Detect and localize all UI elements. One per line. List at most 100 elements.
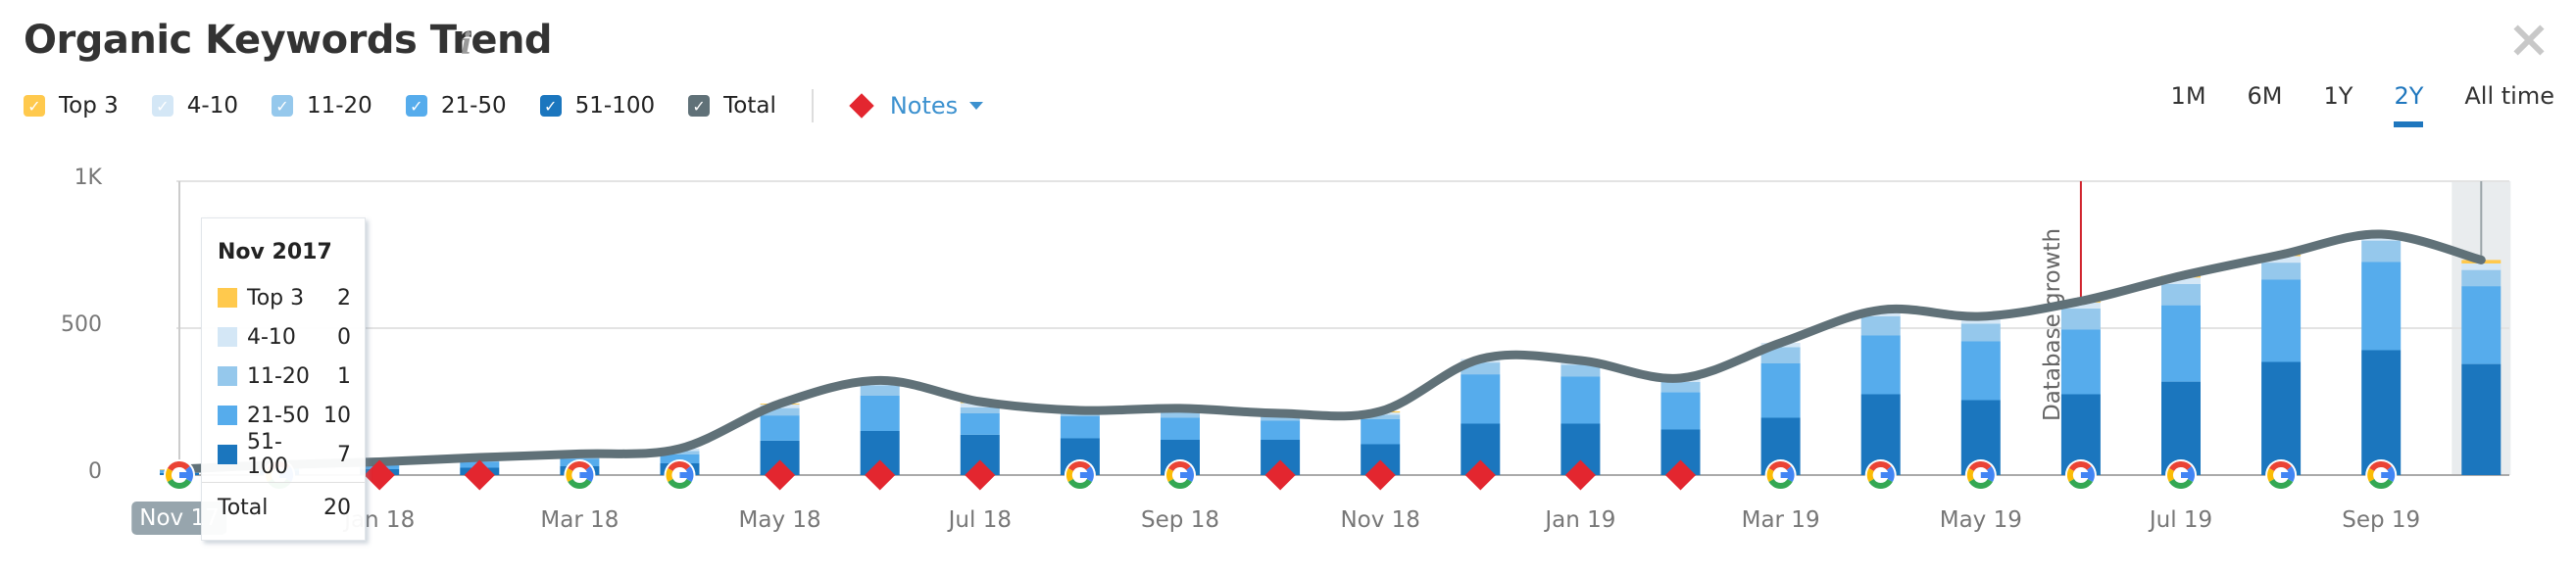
bar-segment-51-100 bbox=[2461, 363, 2502, 475]
swatch-icon bbox=[218, 288, 237, 308]
google-icon-bar bbox=[2080, 472, 2092, 478]
google-icon-arc bbox=[1065, 468, 1074, 482]
google-icon-arc bbox=[1766, 468, 1774, 482]
bar-segment-21-50 bbox=[2261, 279, 2302, 362]
tooltip-total: Total 20 bbox=[218, 483, 365, 532]
bar-segment-21-50 bbox=[760, 415, 800, 441]
tooltip-label: 4-10 bbox=[247, 324, 296, 350]
y-tick-label: 1K bbox=[74, 166, 102, 190]
bar-segment-21-50 bbox=[1660, 392, 1701, 430]
google-icon-bar bbox=[1880, 472, 1892, 478]
bar-segment-11-20 bbox=[2060, 308, 2101, 330]
google-update-icon[interactable] bbox=[1164, 459, 1196, 491]
keywords-chart[interactable]: Database growth bbox=[0, 0, 2576, 574]
swatch-icon bbox=[218, 406, 237, 425]
chart-tooltip: Nov 2017 Top 3 2 4-10 0 11-20 1 21-50 10 51-… bbox=[201, 217, 366, 541]
bar-segment-11-20 bbox=[2161, 284, 2201, 306]
database-growth-label: Database growth bbox=[2040, 228, 2065, 421]
google-icon-arc bbox=[166, 468, 173, 482]
bar-segment-11-20 bbox=[1660, 381, 1701, 393]
google-icon-bar bbox=[1180, 472, 1191, 478]
tooltip-total-label: Total bbox=[218, 495, 269, 520]
bar-segment-4-10 bbox=[2461, 263, 2502, 270]
google-update-icon[interactable] bbox=[1964, 459, 1997, 491]
google-icon-bar bbox=[2281, 472, 2293, 478]
y-tick-label: 0 bbox=[88, 459, 102, 484]
google-icon-bar bbox=[1079, 472, 1091, 478]
bar-segment-21-50 bbox=[1261, 420, 1301, 440]
x-tick-label: Sep 18 bbox=[1141, 507, 1219, 533]
google-icon-bar bbox=[1980, 472, 1992, 478]
y-tick-label: 500 bbox=[61, 312, 102, 337]
bar-segment-21-50 bbox=[2161, 305, 2201, 382]
swatch-icon bbox=[218, 327, 237, 347]
bar-segment-11-20 bbox=[1960, 323, 2001, 342]
x-tick-label: Jul 19 bbox=[2149, 507, 2213, 533]
bar-segment-21-50 bbox=[1161, 417, 1200, 440]
google-icon-arc bbox=[666, 468, 673, 482]
bar-segment-51-100 bbox=[2361, 350, 2402, 475]
tooltip-row: 21-50 10 bbox=[218, 396, 365, 435]
google-update-icon[interactable] bbox=[1864, 459, 1897, 491]
bar-segment-11-20 bbox=[2261, 263, 2302, 280]
tooltip-value: 2 bbox=[337, 285, 351, 311]
x-tick-label: Nov 18 bbox=[1340, 507, 1420, 533]
bar-segment-21-50 bbox=[1461, 374, 1501, 424]
bar-segment-11-20 bbox=[2361, 240, 2402, 263]
google-icon-arc bbox=[2367, 468, 2375, 482]
tooltip-value: 1 bbox=[337, 363, 351, 389]
bar-segment-51-100 bbox=[2261, 361, 2302, 475]
x-tick-label: Jul 18 bbox=[948, 507, 1012, 533]
bar-segment-21-50 bbox=[1860, 335, 1901, 395]
bar-segment-21-50 bbox=[1560, 376, 1601, 424]
google-icon-arc bbox=[2066, 468, 2075, 482]
bar-segment-11-20 bbox=[1860, 316, 1901, 336]
tooltip-title: Nov 2017 bbox=[218, 240, 332, 264]
google-update-icon[interactable] bbox=[2064, 459, 2097, 491]
tooltip-label: 21-50 bbox=[247, 403, 310, 428]
bar-segment-21-50 bbox=[960, 413, 1000, 435]
google-update-icon[interactable] bbox=[664, 459, 696, 491]
swatch-icon bbox=[218, 445, 237, 464]
google-update-icon[interactable] bbox=[164, 459, 195, 491]
google-icon-arc bbox=[2267, 468, 2275, 482]
google-icon-bar bbox=[1780, 472, 1792, 478]
bar-segment-11-20 bbox=[2461, 269, 2502, 287]
bar-segment-21-50 bbox=[1361, 419, 1401, 445]
bar-segment-21-50 bbox=[2361, 262, 2402, 351]
google-update-icon[interactable] bbox=[1764, 459, 1797, 491]
google-icon-bar bbox=[179, 472, 190, 478]
google-icon-arc bbox=[1966, 468, 1975, 482]
google-icon-bar bbox=[2381, 472, 2393, 478]
google-icon-arc bbox=[1166, 468, 1174, 482]
x-tick-label: Sep 19 bbox=[2342, 507, 2421, 533]
tooltip-label: 11-20 bbox=[247, 363, 310, 389]
tooltip-row: Top 3 2 bbox=[218, 278, 365, 317]
bar-segment-21-50 bbox=[2060, 329, 2101, 395]
google-update-icon[interactable] bbox=[2165, 459, 2197, 491]
bar-segment-11-20 bbox=[860, 385, 900, 396]
tooltip-row: 4-10 0 bbox=[218, 317, 365, 357]
google-update-icon[interactable] bbox=[2265, 459, 2298, 491]
x-tick-label: Mar 18 bbox=[540, 507, 619, 533]
google-update-icon[interactable] bbox=[2365, 459, 2398, 491]
x-tick-label: Jan 19 bbox=[1545, 507, 1616, 533]
google-icon-bar bbox=[2181, 472, 2192, 478]
x-tick-label: May 19 bbox=[1939, 507, 2022, 533]
bar-segment-21-50 bbox=[1760, 363, 1801, 418]
google-update-icon[interactable] bbox=[1064, 459, 1096, 491]
bar-segment-21-50 bbox=[860, 396, 900, 431]
tooltip-value: 0 bbox=[337, 324, 351, 350]
tooltip-total-value: 20 bbox=[323, 495, 351, 520]
google-icon-bar bbox=[679, 472, 691, 478]
google-update-icon[interactable] bbox=[564, 459, 596, 491]
tooltip-label: 51-100 bbox=[247, 430, 288, 479]
total-line bbox=[174, 229, 2486, 474]
tooltip-row: 11-20 1 bbox=[218, 357, 365, 396]
google-icon-arc bbox=[1866, 468, 1874, 482]
x-tick-label: May 18 bbox=[738, 507, 821, 533]
x-tick-label: Mar 19 bbox=[1741, 507, 1820, 533]
bar-segment-21-50 bbox=[2461, 286, 2502, 364]
tooltip-value: 7 bbox=[337, 442, 351, 467]
tooltip-label: Top 3 bbox=[247, 285, 305, 311]
